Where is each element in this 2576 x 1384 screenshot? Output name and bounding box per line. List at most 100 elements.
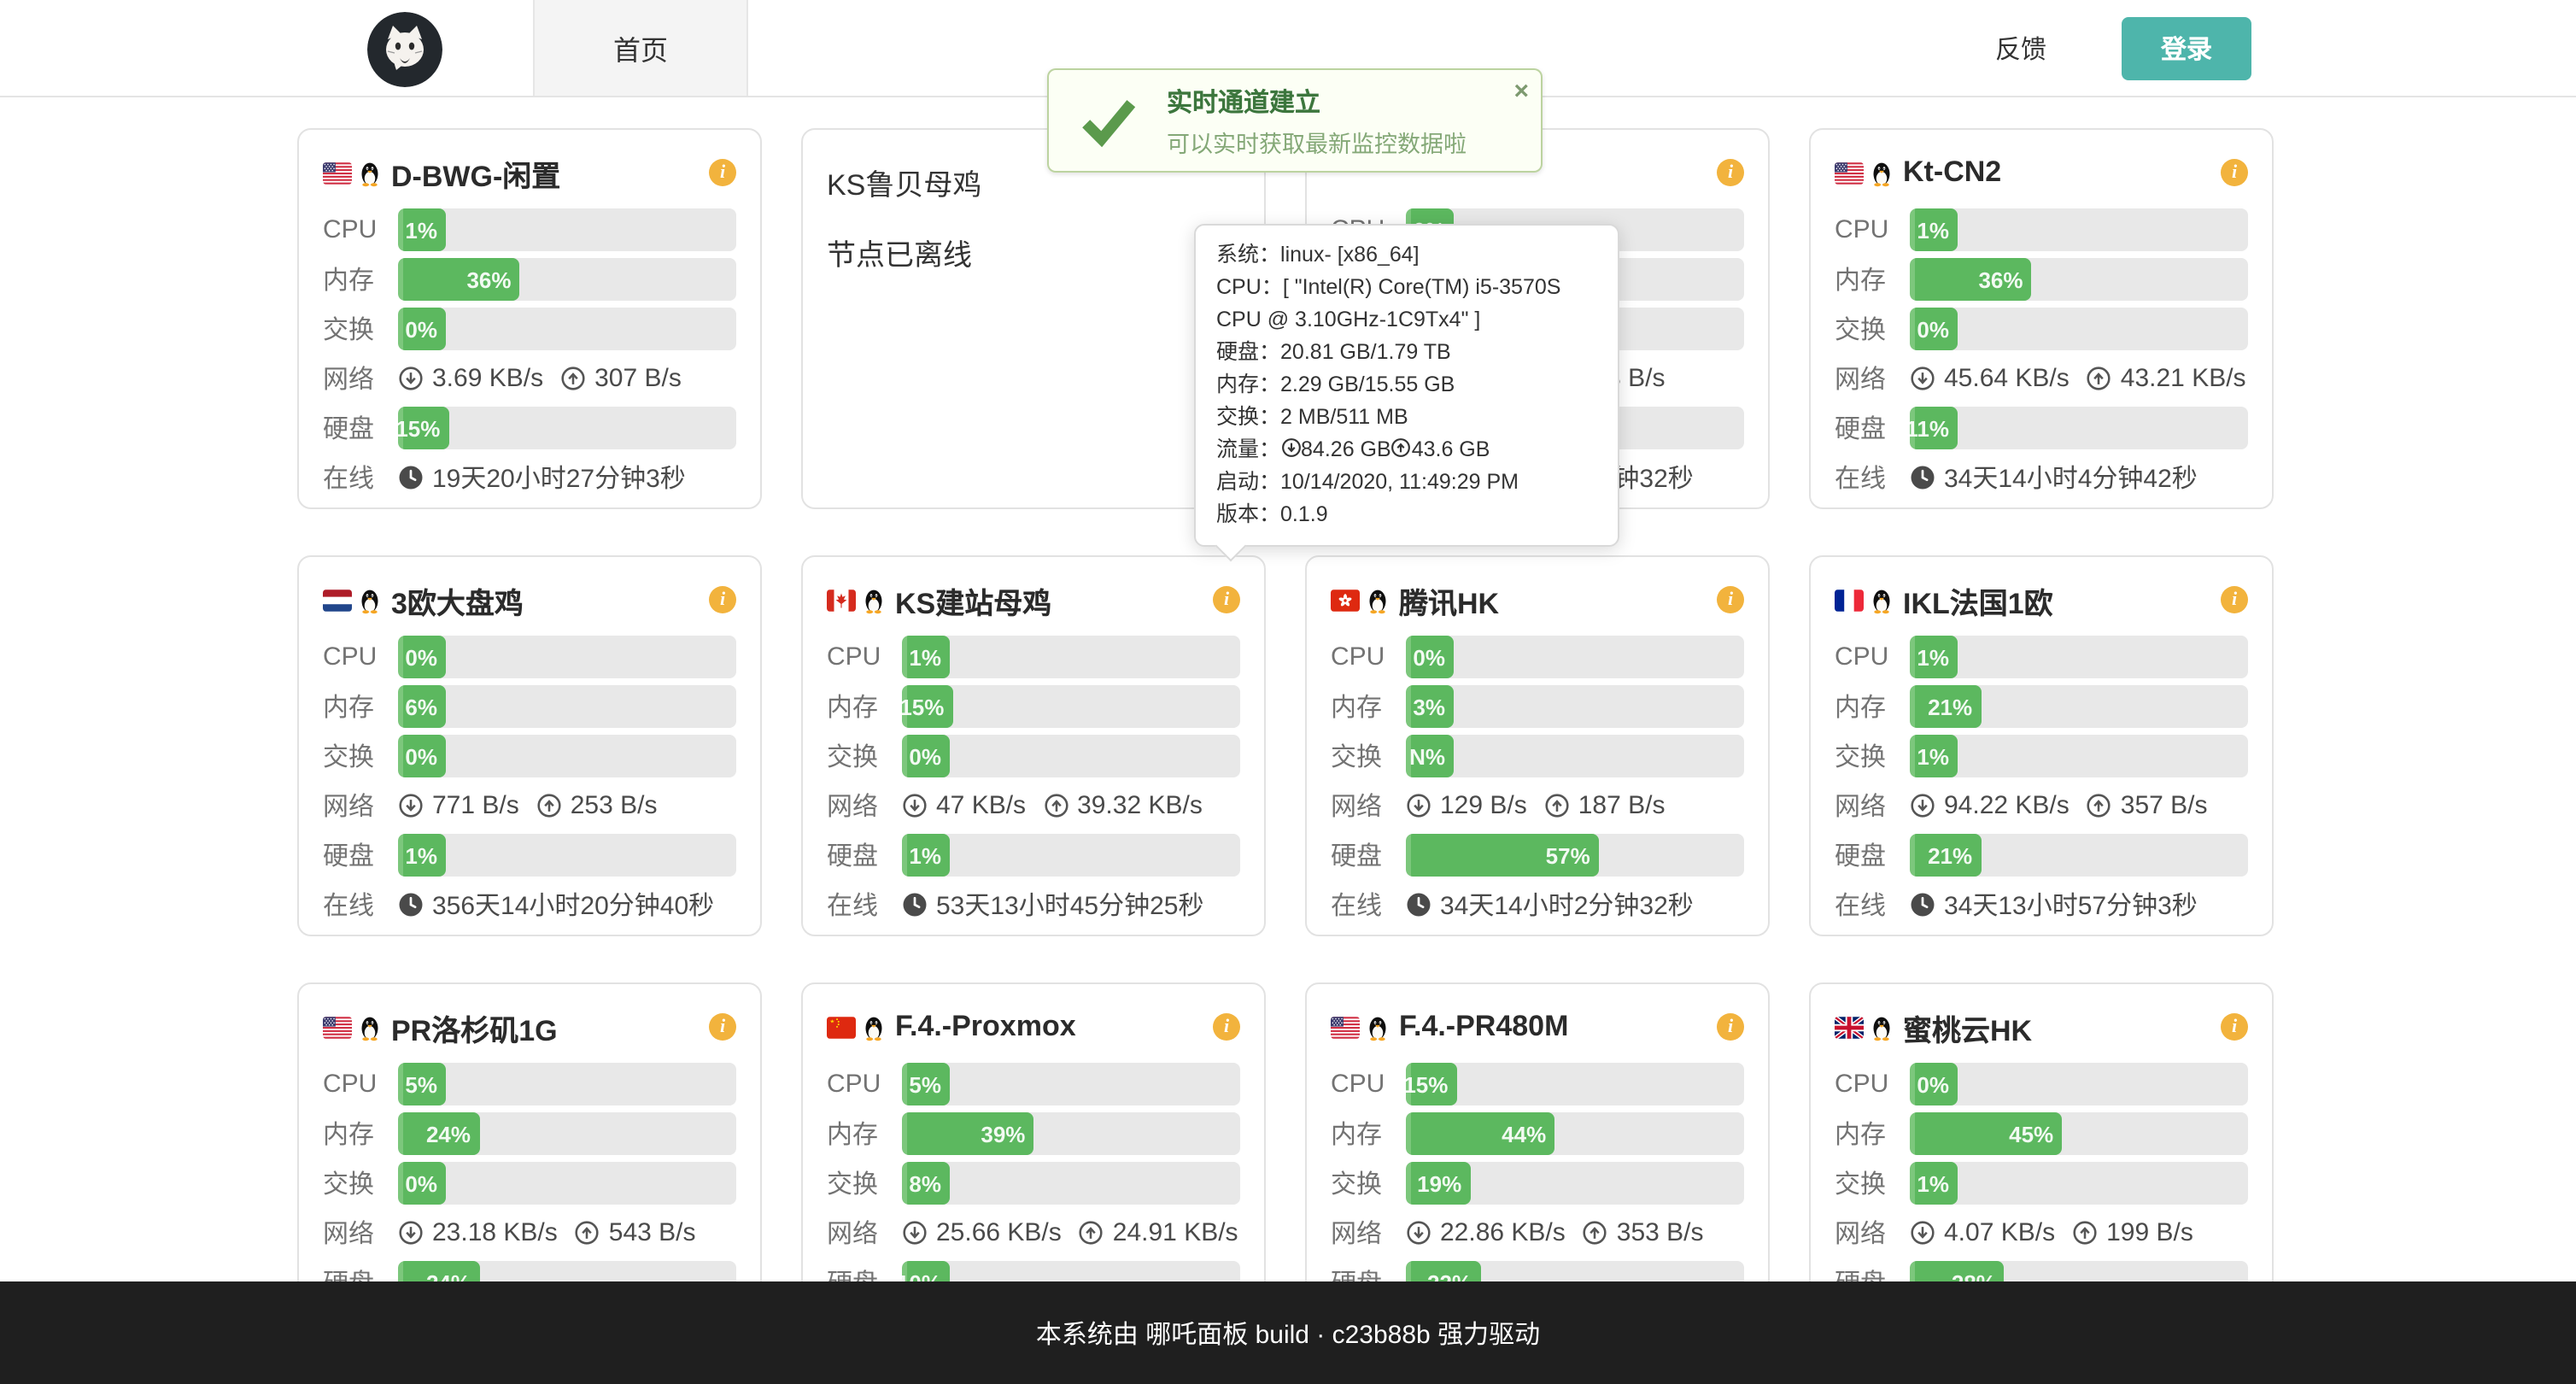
progress-track-mem: 6%	[398, 685, 736, 728]
linux-penguin-icon	[1367, 1011, 1389, 1043]
stat-row-cpu: CPU1%	[1835, 208, 2248, 251]
info-icon[interactable]: i	[1717, 1013, 1744, 1041]
progress-fill-swap: 1%	[1910, 1162, 1958, 1205]
progress-value-cpu: 1%	[405, 217, 437, 243]
stat-row-cpu: CPU1%	[1835, 636, 2248, 678]
stat-value-uptime: 356天14小时20分钟40秒	[398, 887, 736, 923]
progress-fill-swap: 0%	[398, 735, 446, 777]
progress-fill-cpu: 0%	[1406, 636, 1454, 678]
stat-row-mem: 内存15%	[827, 685, 1240, 728]
progress-track-swap: 0%	[902, 735, 1240, 777]
progress-track-mem: 15%	[902, 685, 1240, 728]
stat-row-mem: 内存44%	[1331, 1112, 1744, 1155]
server-name: KS建站母鸡	[895, 578, 1051, 621]
stat-label-mem: 内存	[1835, 261, 1910, 297]
site-logo-avatar[interactable]	[367, 12, 442, 87]
info-icon[interactable]: i	[2221, 159, 2248, 186]
stat-value-net: 47 KB/s39.32 KB/s	[902, 791, 1240, 820]
stat-row-swap: 交换8%	[827, 1162, 1240, 1205]
server-card-title-row: F.4.-PR480Mi	[1331, 984, 1744, 1063]
net-down-value: 25.66 KB/s	[936, 1218, 1062, 1247]
stat-label-cpu: CPU	[1835, 215, 1910, 244]
linux-penguin-icon	[359, 584, 381, 616]
feedback-link[interactable]: 反馈	[1995, 0, 2046, 96]
stat-row-mem: 内存24%	[323, 1112, 736, 1155]
progress-track-swap: 1%	[1910, 1162, 2248, 1205]
stat-label-cpu: CPU	[1331, 642, 1406, 671]
server-name: 腾讯HK	[1399, 578, 1499, 621]
stat-label-swap: 交换	[1835, 311, 1910, 347]
stat-label-swap: 交换	[1835, 1165, 1910, 1201]
progress-track-swap: 0%	[398, 308, 736, 350]
linux-penguin-icon	[1871, 584, 1893, 616]
net-down-value: 45.64 KB/s	[1944, 364, 2070, 393]
stat-value-net: 25.66 KB/s24.91 KB/s	[902, 1218, 1240, 1247]
uptime-value: 34天14小时4分钟42秒	[1944, 460, 2198, 496]
progress-fill-mem: 24%	[398, 1112, 479, 1155]
progress-fill-swap: 19%	[1406, 1162, 1470, 1205]
stat-value-uptime: 34天14小时2分钟32秒	[1406, 887, 1744, 923]
progress-fill-swap: 0%	[398, 1162, 446, 1205]
stat-value-uptime: 34天13小时57分钟3秒	[1910, 887, 2248, 923]
info-icon[interactable]: i	[709, 1013, 736, 1041]
info-icon[interactable]: i	[1213, 1013, 1240, 1041]
info-icon[interactable]: i	[709, 159, 736, 186]
info-icon[interactable]: i	[1213, 586, 1240, 613]
upload-circle-icon	[536, 793, 562, 818]
stat-row-net: 网络94.22 KB/s357 B/s	[1835, 784, 2248, 827]
progress-value-disk: 57%	[1546, 842, 1590, 868]
stat-row-net: 网络25.66 KB/s24.91 KB/s	[827, 1211, 1240, 1254]
stat-row-disk: 硬盘11%	[1835, 407, 2248, 449]
stat-row-mem: 内存45%	[1835, 1112, 2248, 1155]
progress-value-mem: 24%	[426, 1121, 471, 1146]
stat-value-net: 3.69 KB/s 307 B/s	[398, 364, 736, 393]
stat-label-cpu: CPU	[827, 642, 902, 671]
stat-row-cpu: CPU5%	[323, 1063, 736, 1105]
login-button[interactable]: 登录	[2122, 17, 2251, 80]
server-name: 3欧大盘鸡	[391, 578, 524, 621]
progress-fill-cpu: 5%	[398, 1063, 446, 1105]
stat-row-mem: 内存3%	[1331, 685, 1744, 728]
progress-fill-mem: 36%	[398, 258, 520, 301]
info-icon[interactable]: i	[709, 586, 736, 613]
net-up-value: 307 B/s	[594, 364, 682, 393]
toast-close-icon[interactable]: ×	[1513, 79, 1529, 104]
stat-label-net: 网络	[323, 1215, 398, 1251]
uptime-value: 53天13小时45分钟25秒	[936, 887, 1204, 923]
server-name: D-BWG-闲置	[391, 151, 560, 194]
progress-track-disk: 57%	[1406, 834, 1744, 877]
info-icon[interactable]: i	[2221, 586, 2248, 613]
info-icon[interactable]: i	[1717, 586, 1744, 613]
stat-label-net: 网络	[1835, 361, 1910, 396]
download-circle-icon	[1406, 793, 1431, 818]
upload-circle-icon	[560, 366, 586, 391]
stat-label-disk: 硬盘	[323, 837, 398, 873]
linux-penguin-icon	[863, 584, 885, 616]
progress-fill-mem: 3%	[1406, 685, 1454, 728]
tab-home[interactable]: 首页	[533, 0, 748, 96]
clock-icon	[1406, 892, 1431, 918]
progress-value-swap: 0%	[909, 743, 941, 769]
info-icon[interactable]: i	[2221, 1013, 2248, 1041]
stat-label-disk: 硬盘	[827, 837, 902, 873]
progress-value-mem: 44%	[1502, 1121, 1546, 1146]
info-icon[interactable]: i	[1717, 159, 1744, 186]
progress-value-cpu: 0%	[1413, 644, 1445, 670]
stat-row-swap: 交换0%	[323, 735, 736, 777]
net-down-value: 94.22 KB/s	[1944, 791, 2070, 820]
server-card: D-BWG-闲置iCPU1%内存36%交换0%网络3.69 KB/s307 B/…	[297, 128, 762, 509]
stat-label-mem: 内存	[827, 1116, 902, 1152]
progress-value-mem: 3%	[1413, 694, 1445, 719]
stat-label-swap: 交换	[323, 1165, 398, 1201]
stat-row-swap: 交换0%	[323, 308, 736, 350]
stat-row-cpu: CPU1%	[323, 208, 736, 251]
country-flag-icon-us	[1835, 161, 1864, 184]
progress-value-cpu: 1%	[1917, 644, 1949, 670]
stat-row-disk: 硬盘1%	[323, 834, 736, 877]
server-card: KS建站母鸡iCPU1%内存15%交换0%网络47 KB/s39.32 KB/s…	[801, 555, 1266, 936]
progress-value-mem: 15%	[902, 694, 944, 719]
stat-label-swap: 交换	[323, 311, 398, 347]
net-down-value: 23.18 KB/s	[432, 1218, 558, 1247]
net-down-value: 3.69 KB/s	[432, 364, 543, 393]
success-check-icon	[1078, 90, 1139, 151]
